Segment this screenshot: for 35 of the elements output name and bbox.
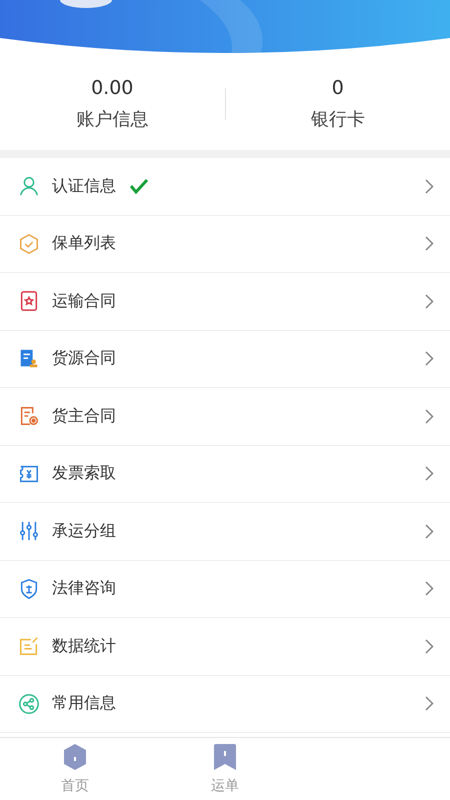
chevron-right-icon bbox=[425, 466, 434, 482]
menu-item[interactable]: 运输合同 bbox=[0, 273, 450, 330]
note-edit-icon bbox=[18, 635, 40, 658]
menu-item[interactable]: 数据统计 bbox=[0, 618, 450, 676]
menu-item[interactable]: 法律咨询 bbox=[0, 560, 450, 618]
menu-item[interactable]: 发票索取 bbox=[0, 446, 450, 503]
shield-check-icon bbox=[18, 232, 40, 255]
person-icon bbox=[18, 175, 40, 198]
home-icon bbox=[62, 743, 88, 771]
stat-label[interactable]: 账户信息 bbox=[76, 107, 148, 131]
chevron-right-icon bbox=[425, 236, 434, 252]
menu-item[interactable]: 常用信息 bbox=[0, 676, 450, 733]
stat-value: 0 bbox=[332, 77, 344, 99]
stat-label[interactable]: 银行卡 bbox=[310, 107, 365, 131]
sliders-icon bbox=[18, 520, 40, 542]
menu-item[interactable]: 认证信息 bbox=[0, 158, 450, 216]
menu-item[interactable]: 货主合同 bbox=[0, 388, 450, 446]
share-icon bbox=[18, 692, 40, 715]
bookmark-icon bbox=[212, 743, 238, 771]
chevron-right-icon bbox=[425, 638, 434, 654]
chevron-right-icon bbox=[425, 581, 434, 596]
chevron-right-icon bbox=[425, 524, 434, 539]
chevron-right-icon bbox=[425, 351, 434, 366]
chevron-right-icon bbox=[425, 696, 434, 712]
menu-item[interactable]: 保单列表 bbox=[0, 216, 450, 273]
document-seal-icon bbox=[18, 405, 40, 428]
star-document-icon bbox=[18, 290, 40, 312]
stat-value: 0.00 bbox=[91, 77, 134, 99]
menu-item[interactable]: 承运分组 bbox=[0, 503, 450, 560]
chevron-right-icon bbox=[425, 408, 434, 424]
chevron-right-icon bbox=[425, 178, 434, 194]
menu-item[interactable]: 货源合同 bbox=[0, 330, 450, 388]
document-stamp-icon bbox=[18, 348, 40, 370]
chevron-right-icon bbox=[425, 294, 434, 309]
shield-icon bbox=[18, 578, 40, 600]
